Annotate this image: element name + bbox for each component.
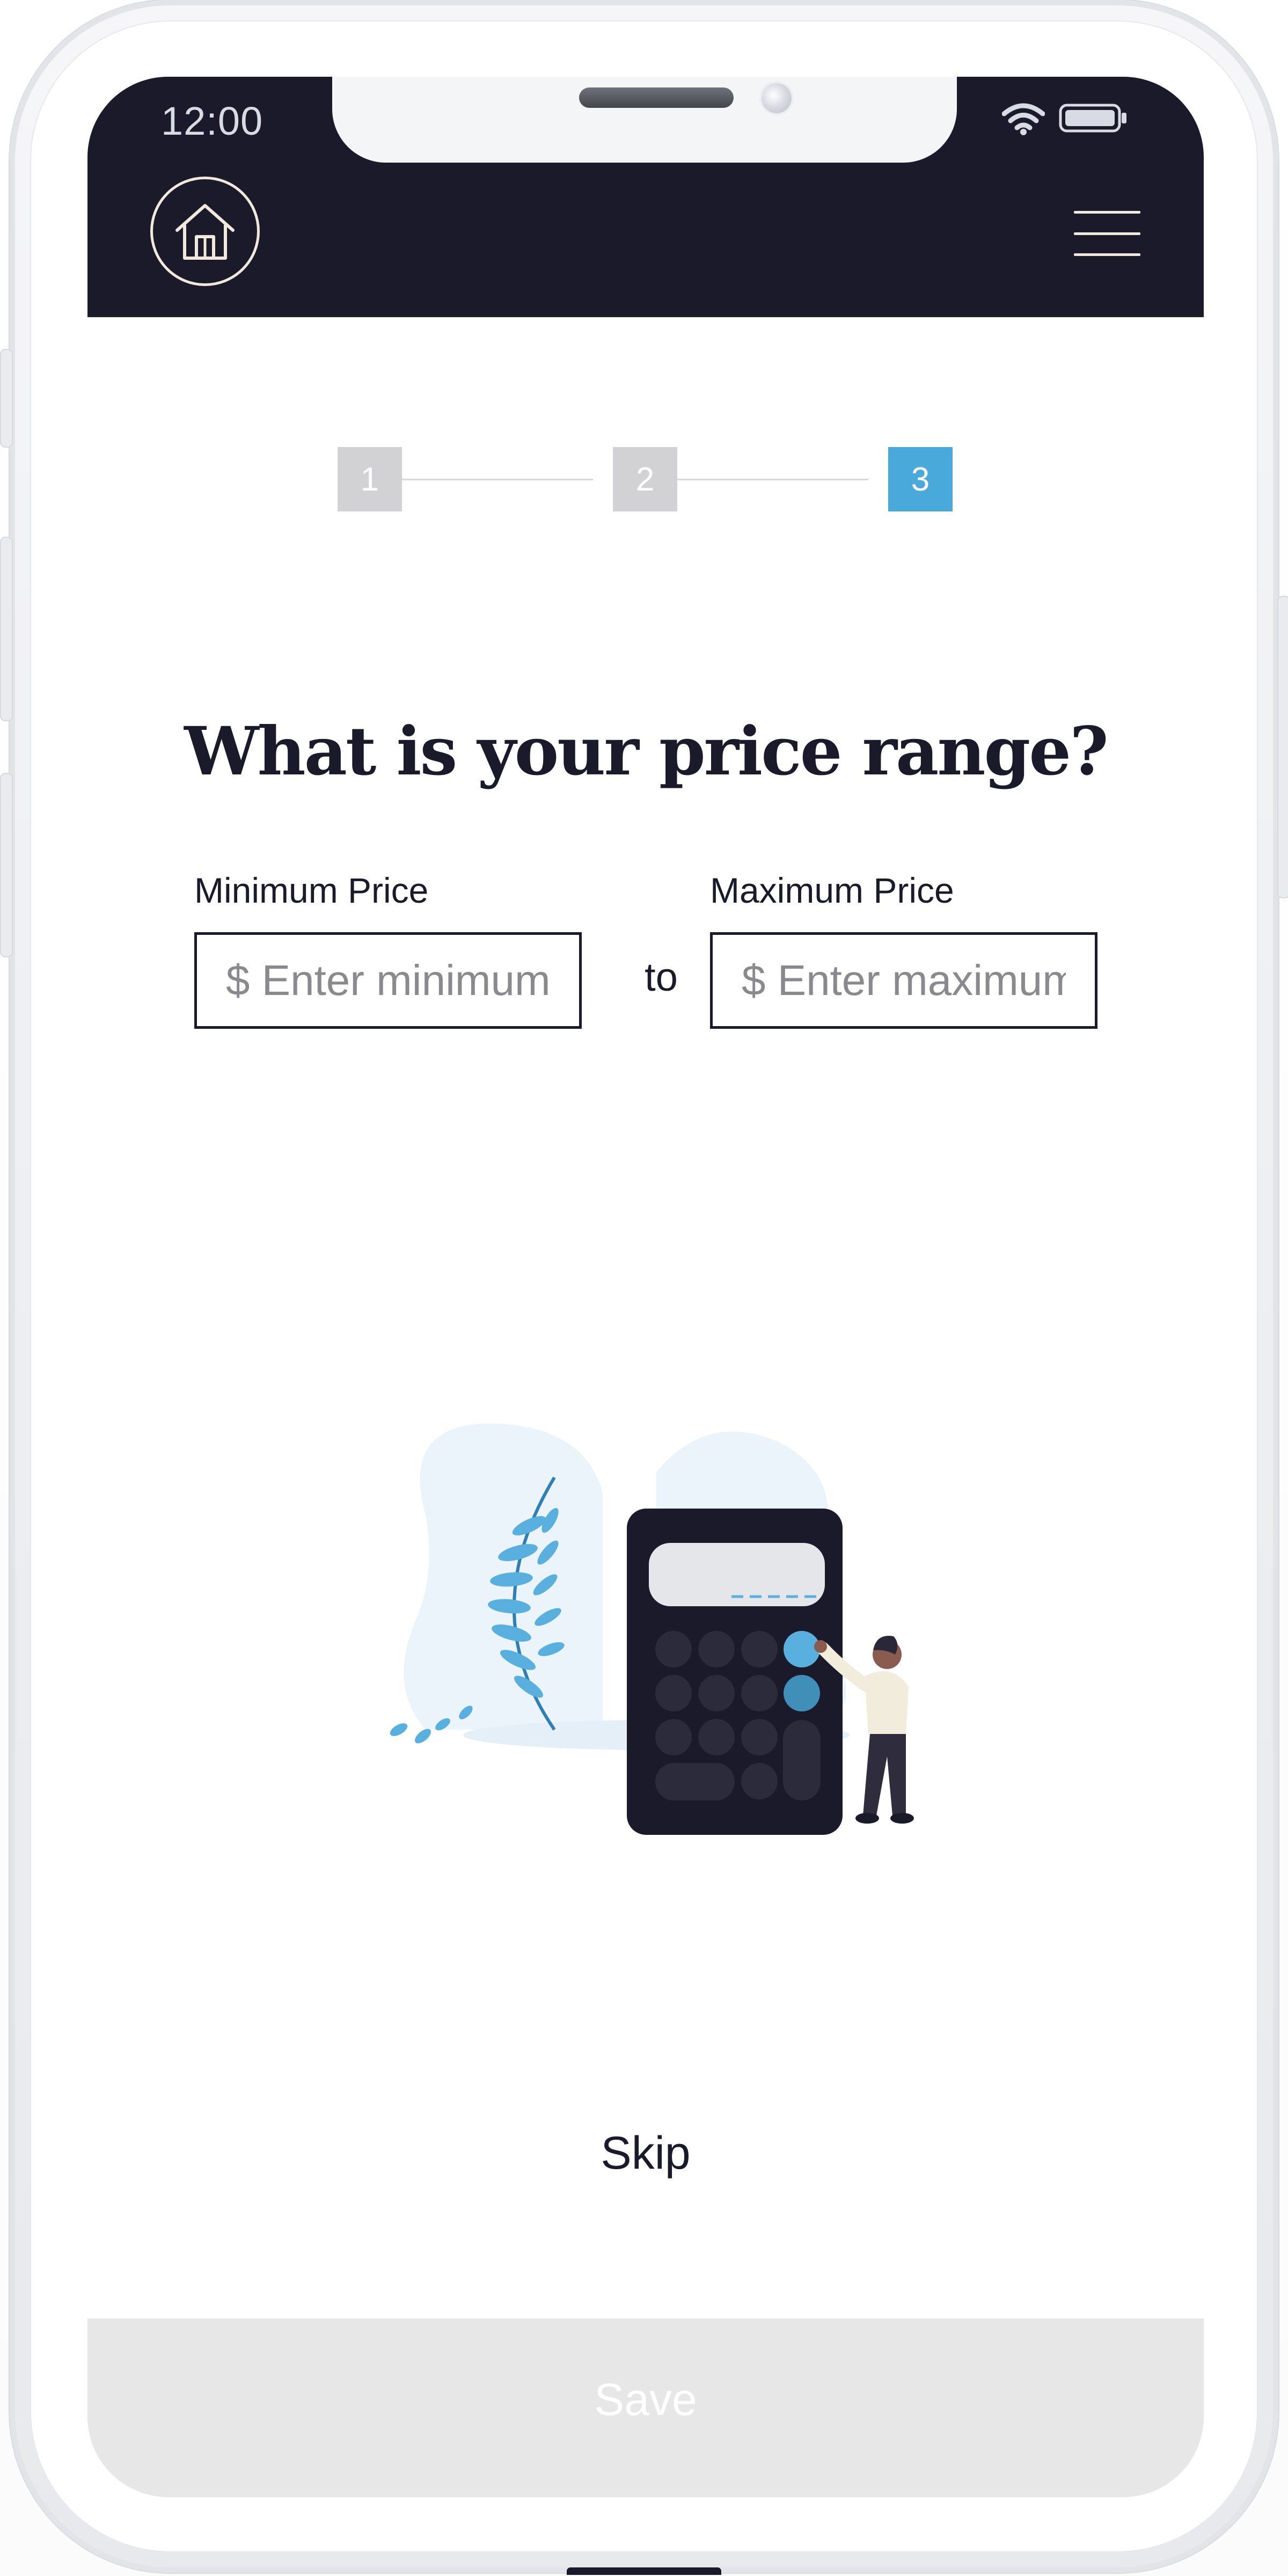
device-notch [332, 77, 957, 163]
skip-link[interactable]: Skip [87, 2127, 1204, 2180]
volume-up-button [0, 537, 13, 721]
min-price-input[interactable] [194, 932, 582, 1029]
min-price-label: Minimum Price [194, 870, 429, 910]
stepper-connector-1 [382, 479, 593, 480]
speaker-grille [579, 87, 734, 108]
menu-bar-middle [1074, 232, 1140, 235]
range-separator: to [645, 955, 678, 999]
status-time: 12:00 [161, 99, 264, 143]
max-price-input[interactable] [710, 932, 1097, 1029]
menu-bar-top [1074, 211, 1140, 214]
step-1: 1 [338, 447, 402, 511]
stepper-connector-2 [657, 479, 868, 480]
home-button[interactable] [150, 177, 260, 286]
home-icon [175, 204, 235, 260]
app-header: 12:00 [87, 77, 1204, 317]
person-with-calculator-illustration [390, 1423, 914, 1835]
hamburger-menu-icon[interactable] [1074, 211, 1140, 256]
step-2: 2 [613, 447, 677, 511]
save-button[interactable]: Save [87, 2318, 1204, 2497]
step-3: 3 [888, 447, 953, 511]
status-icons [1002, 101, 1129, 135]
battery-icon [1059, 104, 1126, 133]
front-camera [762, 83, 792, 113]
menu-bar-bottom [1074, 253, 1140, 256]
home-indicator [567, 2567, 721, 2575]
volume-down-button [0, 773, 13, 957]
page-stage: 12:00 1 2 3 What is your price range? Mi… [0, 0, 1288, 2576]
wifi-icon [1002, 103, 1045, 135]
power-button [1277, 596, 1288, 898]
app-screen: 12:00 1 2 3 What is your price range? Mi… [87, 77, 1204, 2497]
max-price-label: Maximum Price [710, 870, 954, 910]
page-title: What is your price range? [184, 713, 1109, 791]
mute-switch [0, 349, 13, 448]
